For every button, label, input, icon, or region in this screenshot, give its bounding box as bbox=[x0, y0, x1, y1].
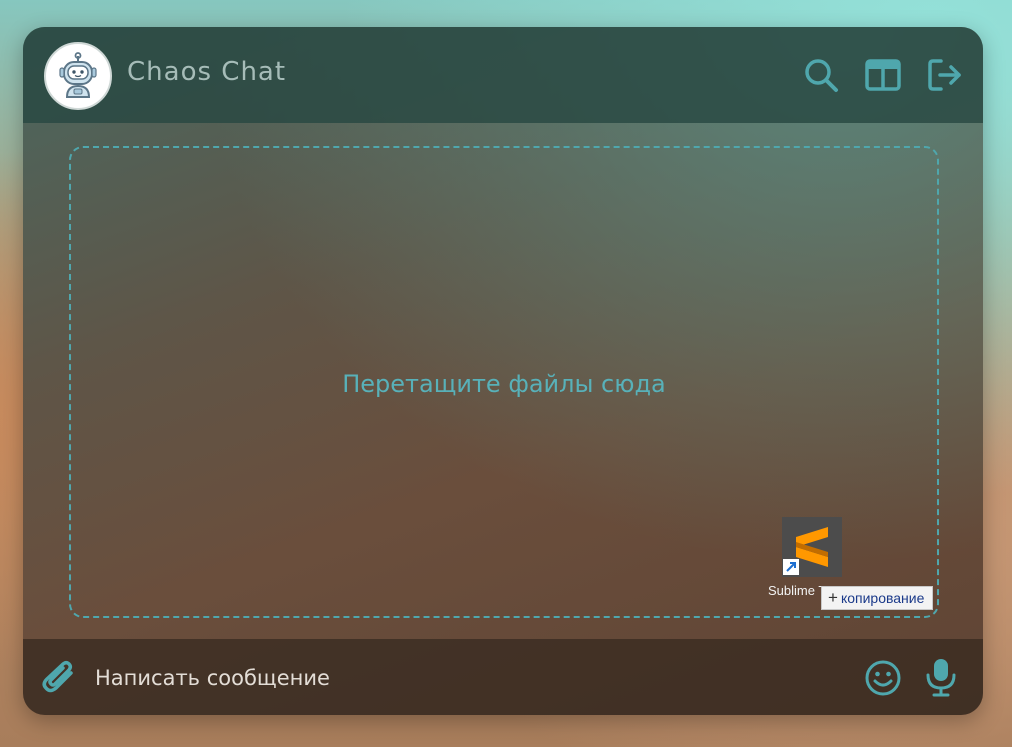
chat-header: Chaos Chat bbox=[23, 27, 983, 123]
avatar[interactable] bbox=[44, 42, 112, 110]
paperclip-icon[interactable] bbox=[41, 659, 77, 695]
copy-badge: + копирование bbox=[821, 586, 934, 610]
dropzone-text: Перетащите файлы сюда bbox=[342, 370, 666, 398]
sublime-logo-icon bbox=[783, 527, 828, 575]
sublime-text-shortcut-icon[interactable] bbox=[782, 517, 842, 577]
layout-icon[interactable] bbox=[865, 57, 901, 93]
chat-window: Chaos Chat Перетащите файлы сюда Sublime… bbox=[23, 27, 983, 715]
drag-file-label: Sublime T bbox=[768, 583, 827, 598]
search-icon[interactable] bbox=[803, 57, 839, 93]
emoji-icon[interactable] bbox=[864, 659, 902, 697]
message-input[interactable] bbox=[93, 657, 837, 699]
copy-badge-text: копирование bbox=[840, 590, 925, 606]
app-title: Chaos Chat bbox=[127, 57, 287, 87]
microphone-icon[interactable] bbox=[923, 657, 959, 697]
plus-icon: + bbox=[828, 588, 838, 607]
composer-bar bbox=[23, 639, 983, 715]
logout-icon[interactable] bbox=[927, 57, 963, 93]
robot-icon bbox=[59, 52, 97, 98]
messages-area: Перетащите файлы сюда Sublime T + копиров… bbox=[23, 123, 983, 639]
